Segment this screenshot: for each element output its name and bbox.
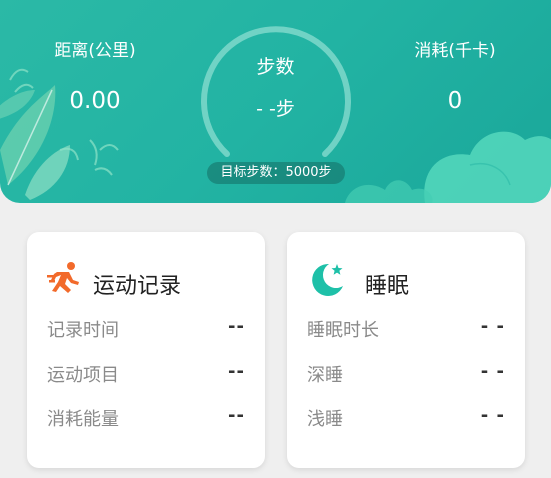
steps-value: - -步: [256, 98, 295, 120]
step-progress-ring: [201, 26, 351, 157]
running-person-icon: [47, 262, 79, 293]
exercise-type-label: 运动项目: [47, 365, 119, 386]
steps-title: 步数: [256, 56, 295, 78]
light-sleep-label: 浅睡: [307, 409, 343, 430]
sleep-duration-value: - -: [480, 316, 505, 337]
sleep-card[interactable]: 睡眠 睡眠时长 - - 深睡 - - 浅睡 - -: [287, 232, 525, 468]
exercise-record-card[interactable]: 运动记录 记录时间 -- 运动项目 -- 消耗能量 --: [27, 232, 265, 468]
header-panel: 距离(公里) 0.00 消耗(千卡) 0 步数 - -步 目标步数：5000步: [0, 0, 551, 203]
deep-sleep-value: - -: [480, 361, 505, 382]
sleep-card-title: 睡眠: [365, 274, 410, 299]
deep-sleep-label: 深睡: [307, 365, 343, 386]
exercise-card-title: 运动记录: [93, 274, 182, 299]
energy-consumed-label: 消耗能量: [47, 409, 119, 430]
moon-star-icon: [312, 263, 343, 296]
target-steps-badge: 目标步数：5000步: [207, 162, 345, 184]
light-sleep-value: - -: [480, 405, 505, 426]
energy-consumed-value: --: [228, 405, 245, 426]
sleep-duration-label: 睡眠时长: [307, 320, 379, 341]
record-time-value: --: [228, 316, 245, 337]
record-time-label: 记录时间: [47, 320, 119, 341]
exercise-type-value: --: [228, 361, 245, 382]
